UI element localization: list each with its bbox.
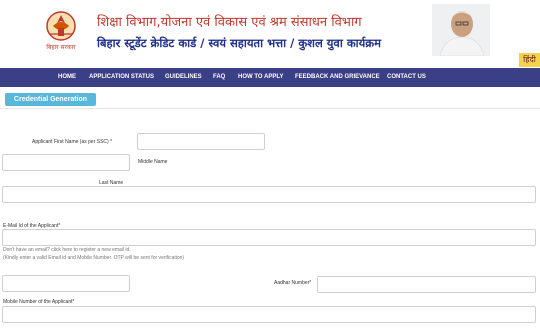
middle-name-input[interactable]	[2, 154, 130, 171]
language-toggle-button[interactable]: हिंदी	[519, 53, 540, 67]
last-name-input[interactable]	[2, 186, 536, 203]
email-input[interactable]	[2, 229, 536, 246]
mobile-number-input[interactable]	[2, 306, 536, 323]
scheme-title: बिहार स्टूडेंट क्रेडिट कार्ड / स्वयं सहा…	[97, 36, 382, 50]
nav-application-status[interactable]: APPLICATION STATUS	[89, 68, 154, 87]
nav-guidelines[interactable]: GUIDELINES	[165, 68, 202, 87]
nav-feedback-and-grievance[interactable]: FEEDBACK AND GRIEVANCE	[295, 68, 380, 87]
aadhar-secondary-input[interactable]	[317, 276, 536, 293]
nav-home[interactable]: HOME	[58, 68, 76, 87]
chief-minister-photo	[432, 4, 490, 56]
section-divider	[0, 108, 540, 109]
emblem-caption: बिहार सरकार	[46, 44, 76, 51]
middle-name-label: Middle Name	[138, 159, 168, 165]
nav-how-to-apply[interactable]: HOW TO APPLY	[238, 68, 283, 87]
nav-faq[interactable]: FAQ	[213, 68, 225, 87]
mobile-number-label: Mobile Number of the Applicant*	[3, 299, 75, 305]
first-name-label: Applicant First Name (as per SSC) *	[32, 139, 113, 145]
nav-contact-us[interactable]: CONTACT US	[387, 68, 426, 87]
first-name-input[interactable]	[137, 133, 265, 150]
register-email-link[interactable]: Don't have an email? click here to regis…	[3, 247, 131, 253]
department-title: शिक्षा विभाग,योजना एवं विकास एवं श्रम सं…	[97, 15, 362, 30]
aadhar-number-label: Aadhar Number*	[274, 280, 312, 286]
aadhar-number-input[interactable]	[2, 275, 130, 292]
email-help-text: (Kindly enter a valid Email id and Mobil…	[3, 255, 185, 261]
section-title-credential-generation: Credential Generation	[5, 93, 96, 106]
